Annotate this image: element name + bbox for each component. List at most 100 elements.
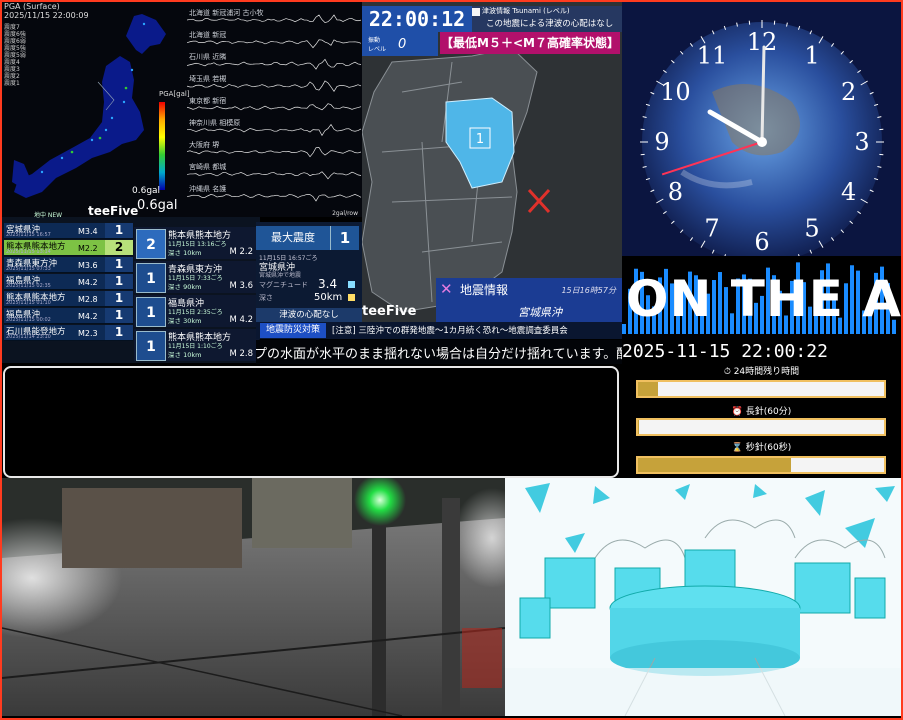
magnitude-value: 3.4 (318, 277, 337, 291)
analog-clock: 12 12 3 45 6 78 9 1011 (622, 2, 901, 264)
time-progress-panel: 2025-11-15 22:00:22 ⏱ 24時間残り時間 ⏰ 長針(60分)… (622, 336, 901, 478)
japan-pga-map (2, 10, 182, 210)
quake-subtitle: 宮城県沖で地震 (259, 270, 301, 279)
seismograph-panel: PGA (Surface) 2025/11/15 22:00:09 震度7 震度6… (2, 2, 362, 217)
quake-list-item: 熊本県熊本地方 2025/11/15 13:14 M2.2 2 (4, 240, 133, 256)
clock-number: 6 (754, 228, 769, 256)
clock-number: 5 (804, 215, 819, 243)
clock-number: 8 (668, 178, 683, 206)
street-camera-image (2, 478, 505, 716)
waveform-track: 北海道 新冠浦河 古小牧 (187, 8, 362, 28)
live-camera-view (2, 478, 505, 716)
cyan-city-illustration (505, 478, 901, 716)
gal-small: 0.6gal (132, 186, 160, 196)
risk-banner: 【最低M５＋<M７高確率状態】 (440, 32, 620, 54)
waveform-tracks: 北海道 新冠浦河 古小牧 北海道 新冠 石川県 近隣 埼玉県 若槻 東京都 新宿 神奈川県… (187, 4, 362, 214)
progress-bar-24h (636, 380, 886, 398)
current-time: 22:00:12 (362, 6, 472, 32)
quake-list-item: 青森県東方沖 2025/11/15 07:33 M3.6 1 (4, 257, 133, 273)
intensity-legend: 震度7 震度6強 震度6弱 震度5強 震度5弱 震度4 震度3 震度2 震度1 (4, 24, 26, 87)
depth-swatch (348, 294, 355, 301)
tsunami-info: 津波情報 Tsunami (レベル) この地震による津波の心配はなし (472, 6, 622, 32)
depth-label: 深さ (259, 293, 273, 303)
quake-detail-card: 2 熊本県熊本地方 11月15日 13:16ごろ 深さ 10km M 2.2 (134, 227, 259, 259)
waveform-track: 大阪府 堺 (187, 140, 362, 160)
waveform-track: 石川県 近隣 (187, 52, 362, 72)
intensity-badge: 1 (105, 291, 133, 306)
clock-number: 12 (747, 28, 778, 56)
ticker-headline: [注意] 三陸沖での群発地震～1カ月続く恐れ～地震調査委員会 (332, 324, 568, 336)
earthquake-list-panel: 地中 NEW teeFive 宮城県沖 2025/11/15 16:57 M3.4 1… (2, 217, 260, 363)
clock-number: 3 (854, 128, 869, 156)
clock-number: 4 (841, 178, 856, 206)
empty-message-box (3, 366, 619, 478)
epicenter-icon: ✕ (440, 280, 453, 298)
quake-list-item: 福島県沖 2025/11/15 02:35 M4.2 1 (4, 274, 133, 290)
list-header: 地中 NEW (34, 210, 62, 219)
intensity-badge: 1 (105, 274, 133, 289)
timestamp: 2025-11-15 22:00:22 (622, 341, 828, 362)
intensity-badge: 1 (105, 257, 133, 272)
waveform-track: 東京都 新宿 (187, 96, 362, 116)
clock-number: 1 (804, 41, 819, 69)
bar-label-24h: ⏱ 24時間残り時間 (622, 364, 901, 377)
region-intensity-text: 1 (476, 132, 484, 147)
clock-number: 11 (697, 41, 728, 69)
waveform-track: 沖縄県 名護 (187, 184, 362, 204)
progress-bar-minute (636, 418, 886, 436)
pga-scale (159, 102, 165, 190)
quake-list-item: 宮城県沖 2025/11/15 16:57 M3.4 1 (4, 223, 133, 239)
max-intensity-value: 1 (330, 226, 359, 250)
animated-scene-view (505, 478, 901, 716)
quake-info-box: ✕ 地震情報 15日16時57分 宮城県沖 (436, 278, 622, 322)
quake-list-item: 福島県沖 2025/11/15 00:02 M4.2 1 (4, 308, 133, 324)
clock-number: 9 (654, 128, 669, 156)
seismo-header: PGA (Surface) 2025/11/15 22:00:09 (4, 2, 89, 20)
quake-detail-card: 1 青森県東方沖 11月15日 7:33ごろ 深さ 90km M 3.6 (134, 261, 259, 293)
teefive-logo: teeFive (88, 204, 138, 218)
news-ticker: 地震防災対策 [注意] 三陸沖での群発地震～1カ月続く恐れ～地震調査委員会 (256, 322, 622, 339)
scrolling-text: プの水面が水平のまま揺れない場合は自分だけ揺れています。酷い場合 (256, 343, 622, 362)
intensity-badge: 1 (105, 308, 133, 323)
on-air-banner: ON THE AIR (622, 256, 901, 336)
progress-fill-minute (638, 420, 639, 434)
analog-clock-panel: 12 1 2 3 4 5 6 7 8 9 10 11 (622, 2, 901, 264)
intensity-box: 1 (136, 263, 166, 293)
progress-fill-24h (638, 382, 658, 396)
intensity-badge: 2 (105, 240, 133, 255)
intensity-box: 2 (136, 229, 166, 259)
quake-detail-card: 1 熊本県熊本地方 11月15日 1:10ごろ 深さ 10km M 2.8 (134, 329, 259, 361)
epicenter-marker (529, 190, 549, 212)
clock-number: 10 (660, 78, 691, 106)
latest-quake-summary: 最大震度 1 11月15日 16:57ごろ 宮城県沖 宮城県沖で地震 マグニチュ… (256, 222, 362, 322)
waveform-track: 埼玉県 若槻 (187, 74, 362, 94)
gal-large: 0.6gal (137, 198, 178, 213)
magnitude-swatch (348, 281, 355, 288)
pga-label: PGA[gal] (159, 90, 190, 98)
level-value: 0 (398, 37, 406, 52)
scrolling-message: プの水面が水平のまま揺れない場合は自分だけ揺れています。酷い場合 (256, 340, 622, 364)
waveform-track: 神奈川県 相模原 (187, 118, 362, 138)
depth-value: 50km (314, 292, 342, 303)
bar-label-minute: ⏰ 長針(60分) (622, 404, 901, 417)
clock-number: 2 (841, 78, 856, 106)
quake-list-item: 石川県能登地方 2025/11/14 23:10 M2.3 1 (4, 325, 133, 341)
waveform-track: 北海道 新冠 (187, 30, 362, 50)
progress-bar-second (636, 456, 886, 474)
bar-label-second: ⌛ 秒針(60秒) (622, 440, 901, 453)
tsunami-icon (472, 8, 480, 16)
quake-detail-card: 1 福島県沖 11月15日 2:35ごろ 深さ 30km M 4.2 (134, 295, 259, 327)
intensity-badge: 1 (105, 223, 133, 238)
magnitude-label: マグニチュード (259, 280, 308, 290)
tsunami-status: 津波の心配なし (256, 308, 362, 322)
ticker-tag: 地震防災対策 (260, 323, 326, 338)
quake-list-item: 熊本県熊本地方 2025/11/15 01:10 M2.8 1 (4, 291, 133, 307)
scale-label: 2gal/row (332, 210, 358, 217)
max-intensity-label: 最大震度 (256, 226, 330, 250)
clock-number: 7 (704, 215, 719, 243)
minute-hand (762, 47, 764, 142)
intensity-box: 1 (136, 331, 166, 361)
intensity-map-panel: 1 22:00:12 振動 レベル 0 津波情報 Tsunami (レベル) こ… (362, 2, 622, 322)
teefive-logo-map: teeFive (362, 304, 416, 319)
intensity-box: 1 (136, 297, 166, 327)
